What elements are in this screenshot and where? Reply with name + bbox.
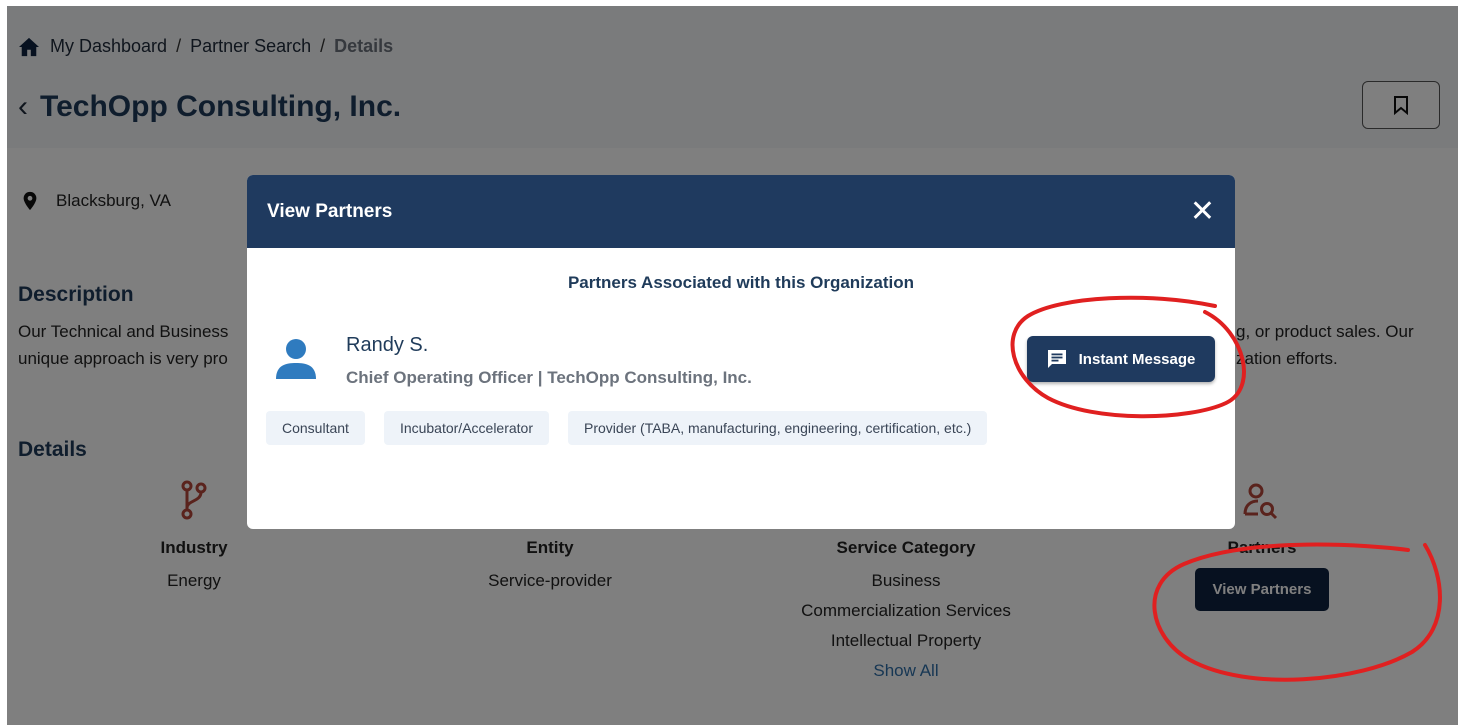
modal-title: View Partners: [267, 200, 393, 222]
instant-message-button[interactable]: Instant Message: [1027, 336, 1215, 382]
modal-subtitle: Partners Associated with this Organizati…: [567, 273, 915, 292]
screen-edge: [0, 0, 1458, 6]
partner-tag: Consultant: [266, 411, 365, 445]
partner-name: Randy S.: [346, 334, 429, 356]
view-partners-modal: View Partners ✕ Partners Associated with…: [247, 175, 1235, 529]
message-icon: [1047, 350, 1066, 368]
close-icon[interactable]: ✕: [1190, 196, 1215, 227]
partner-role: Chief Operating Officer | TechOpp Consul…: [346, 368, 752, 387]
partner-tag: Incubator/Accelerator: [383, 411, 550, 445]
screen-edge: [0, 0, 7, 725]
modal-header: View Partners ✕: [247, 175, 1235, 248]
partner-tags: Consultant Incubator/Accelerator Provide…: [266, 411, 988, 445]
instant-message-label: Instant Message: [1078, 350, 1196, 368]
user-avatar-icon: [276, 339, 316, 379]
partner-tag: Provider (TABA, manufacturing, engineeri…: [568, 411, 988, 445]
